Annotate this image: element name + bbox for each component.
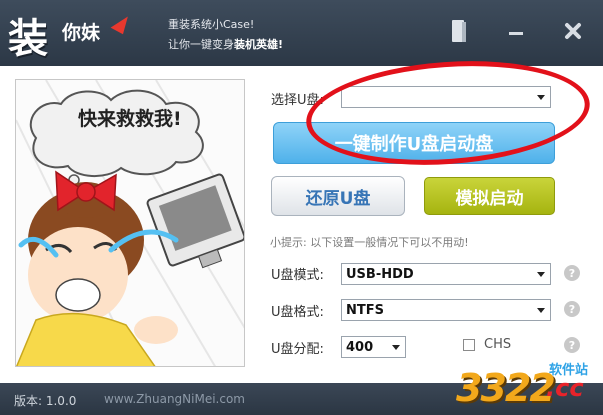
minimize-button[interactable] <box>503 18 529 44</box>
help-icon[interactable]: ? <box>564 265 580 281</box>
usb-mode-value: USB-HDD <box>346 267 414 282</box>
usb-format-select[interactable]: NTFS <box>341 299 551 321</box>
slogan-line-2: 让你一键变身装机英雄! <box>168 36 283 52</box>
skin-icon <box>452 20 466 42</box>
usb-mode-label: U盘模式: <box>271 268 324 283</box>
usb-mode-select[interactable]: USB-HDD <box>341 263 551 285</box>
app-logo: 装 <box>8 15 48 62</box>
watermark-number: 3322 <box>456 366 556 410</box>
help-icon[interactable]: ? <box>564 337 580 353</box>
usb-partition-label: U盘分配: <box>271 342 324 357</box>
chs-label: CHS <box>484 337 512 352</box>
chs-checkbox[interactable] <box>463 339 475 351</box>
slogan-highlight: 装机英雄! <box>234 38 284 51</box>
title-bar: 装 你妹 重装系统小Case! 让你一键变身装机英雄! <box>0 0 603 66</box>
usb-format-label: U盘格式: <box>271 305 324 320</box>
illustration-panel: 快来救救我! <box>15 79 245 367</box>
skin-button[interactable] <box>446 18 472 44</box>
simulate-boot-button[interactable]: 模拟启动 <box>424 177 555 215</box>
close-button[interactable] <box>560 18 586 44</box>
usb-partition-select[interactable]: 400 <box>341 336 406 358</box>
version-text: 版本: 1.0.0 <box>14 394 77 408</box>
app-logo-text: 你妹 <box>62 22 101 44</box>
usb-partition-value: 400 <box>346 340 374 355</box>
watermark-logo: 3322 软件站 .cc <box>456 356 601 412</box>
watermark-tld: .cc <box>546 374 584 402</box>
chevron-down-icon <box>537 308 545 313</box>
logo-accent-icon <box>110 11 132 35</box>
help-icon[interactable]: ? <box>564 301 580 317</box>
speech-bubble-text: 快来救救我! <box>78 108 182 130</box>
minimize-icon <box>509 32 523 35</box>
chevron-down-icon <box>392 345 400 350</box>
slogan-line-1: 重装系统小Case! <box>168 18 255 31</box>
usb-format-value: NTFS <box>346 303 384 318</box>
restore-usb-button[interactable]: 还原U盘 <box>271 176 405 216</box>
close-icon <box>565 23 581 39</box>
website-link[interactable]: www.ZhuangNiMei.com <box>104 392 245 406</box>
slogan-prefix: 让你一键变身 <box>168 38 234 51</box>
tip-text: 小提示: 以下设置一般情况下可以不用动! <box>270 236 469 249</box>
chevron-down-icon <box>537 272 545 277</box>
